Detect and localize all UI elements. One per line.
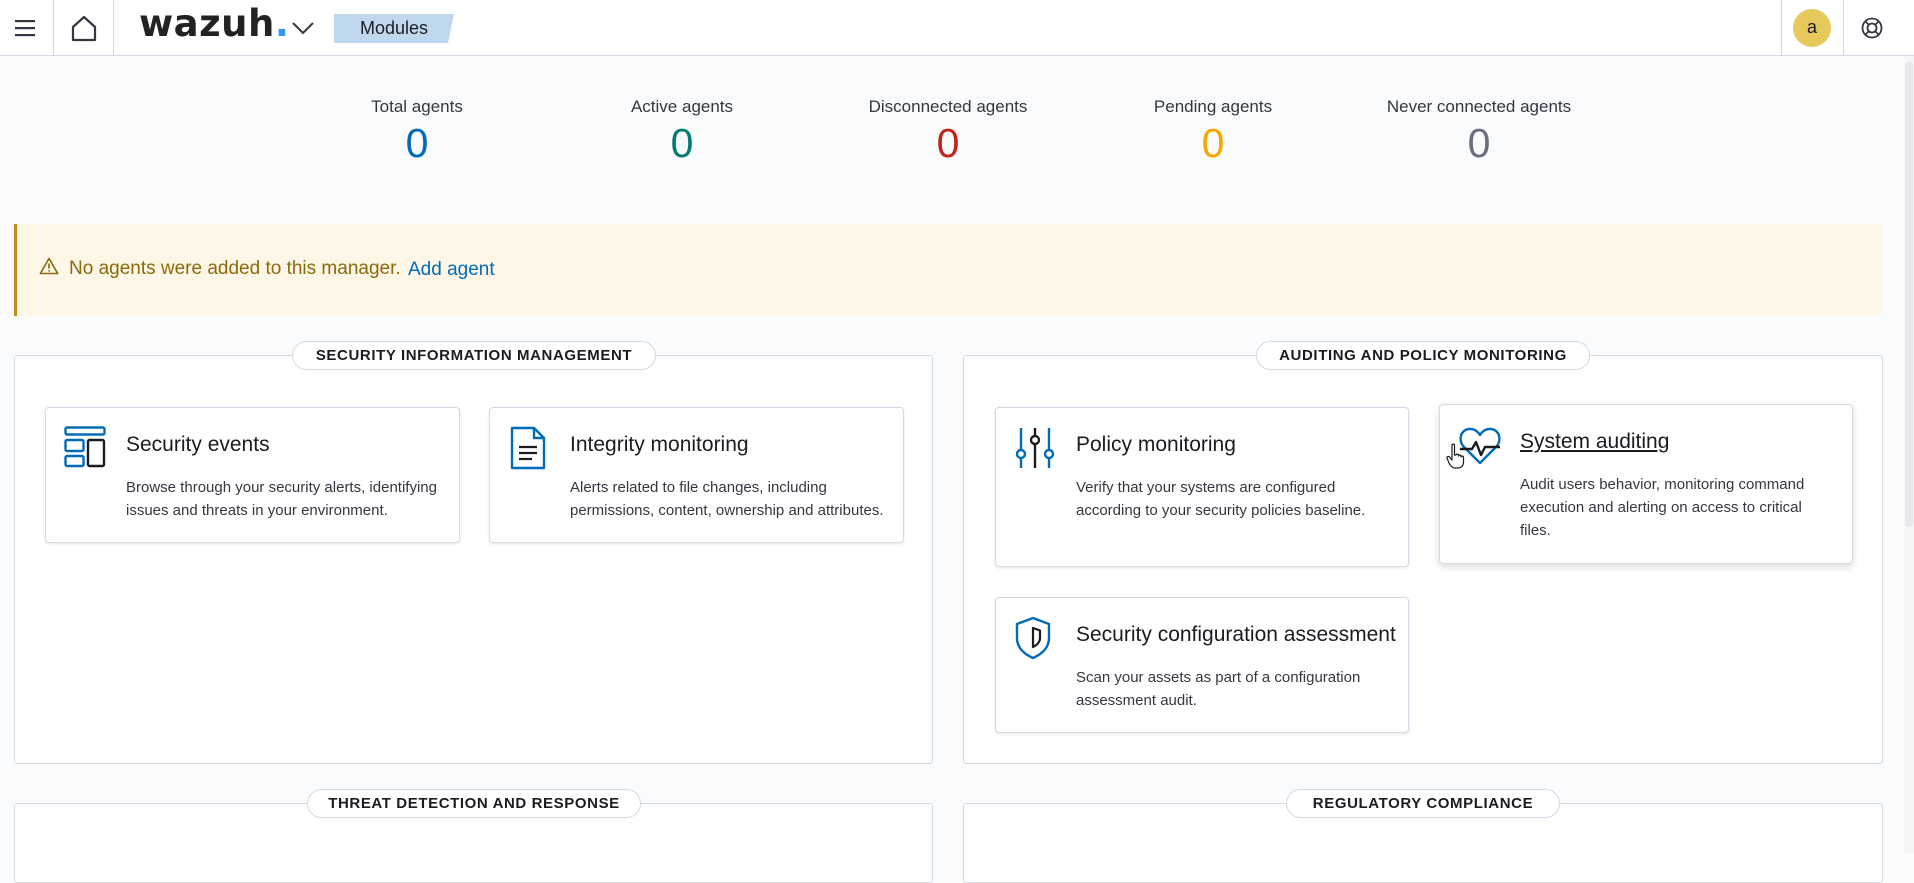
section-title: AUDITING AND POLICY MONITORING (1256, 341, 1590, 370)
stat-value: 0 (1201, 120, 1225, 166)
card-description: Verify that your systems are configured … (1076, 479, 1366, 519)
scrollbar-thumb[interactable] (1905, 62, 1913, 527)
dashboard-layout-icon (64, 426, 106, 468)
integrity-monitoring-card[interactable]: Integrity monitoring Alerts related to f… (489, 407, 904, 543)
card-title: Security configuration assessment (1076, 623, 1396, 646)
stat-label: Pending agents (1153, 97, 1273, 116)
card-title: System auditing (1520, 430, 1670, 453)
callout-message: No agents were added to this manager. (69, 258, 401, 279)
top-navigation-bar: wazuh. Modules a (0, 0, 1914, 56)
system-auditing-card[interactable]: System auditing Audit users behavior, mo… (1439, 404, 1853, 564)
home-button[interactable] (56, 0, 112, 55)
no-agents-callout: No agents were added to this manager. Ad… (14, 224, 1882, 316)
stat-label: Total agents (371, 97, 463, 116)
stat-label: Active agents (630, 97, 734, 116)
shield-icon (1015, 616, 1051, 660)
stat-value: 0 (936, 120, 960, 166)
card-title: Security events (126, 433, 270, 456)
security-events-card[interactable]: Security events Browse through your secu… (45, 407, 460, 543)
divider (113, 0, 114, 55)
security-information-management-panel: Security events Browse through your secu… (14, 355, 933, 764)
section-title: REGULATORY COMPLIANCE (1286, 789, 1560, 818)
help-button[interactable] (1844, 0, 1900, 55)
wazuh-logo[interactable]: wazuh. (139, 2, 289, 45)
card-description: Alerts related to file changes, includin… (570, 479, 884, 519)
card-title: Policy monitoring (1076, 433, 1236, 456)
chevron-down-icon (292, 21, 314, 34)
home-icon (71, 15, 97, 41)
hand-cursor-icon (1446, 443, 1465, 469)
stat-value: 0 (670, 120, 694, 166)
document-icon (510, 426, 546, 470)
app-switcher-button[interactable] (286, 0, 320, 55)
stat-value: 0 (405, 120, 429, 166)
auditing-policy-monitoring-panel: Policy monitoring Verify that your syste… (963, 355, 1883, 764)
sliders-icon (1015, 428, 1055, 468)
card-title: Integrity monitoring (570, 433, 749, 456)
section-title: THREAT DETECTION AND RESPONSE (307, 789, 641, 818)
menu-button[interactable] (0, 0, 50, 55)
security-configuration-assessment-card[interactable]: Security configuration assessment Scan y… (995, 597, 1409, 733)
card-description: Audit users behavior, monitoring command… (1520, 476, 1805, 539)
card-description: Browse through your security alerts, ide… (126, 479, 437, 519)
breadcrumb-label: Modules (359, 18, 429, 38)
hamburger-menu-icon (15, 19, 35, 36)
stat-disconnected-agents[interactable]: Disconnected agents 0 (838, 97, 1058, 165)
stat-value: 0 (1467, 120, 1491, 166)
avatar: a (1793, 8, 1831, 47)
stat-total-agents[interactable]: Total agents 0 (307, 97, 527, 165)
user-menu-button[interactable]: a (1782, 0, 1842, 55)
stat-active-agents[interactable]: Active agents 0 (572, 97, 792, 165)
stat-label: Disconnected agents (868, 97, 1028, 116)
help-lifebuoy-icon (1861, 17, 1883, 38)
policy-monitoring-card[interactable]: Policy monitoring Verify that your syste… (995, 407, 1409, 567)
stat-never-connected-agents[interactable]: Never connected agents 0 (1369, 97, 1589, 165)
stat-label: Never connected agents (1386, 97, 1572, 116)
divider (53, 0, 54, 55)
stat-pending-agents[interactable]: Pending agents 0 (1103, 97, 1323, 165)
card-description: Scan your assets as part of a configurat… (1076, 669, 1361, 709)
breadcrumb-modules[interactable]: Modules (334, 14, 454, 43)
warning-icon (39, 257, 59, 275)
section-title: SECURITY INFORMATION MANAGEMENT (292, 341, 656, 370)
add-agent-link[interactable]: Add agent (408, 259, 495, 281)
